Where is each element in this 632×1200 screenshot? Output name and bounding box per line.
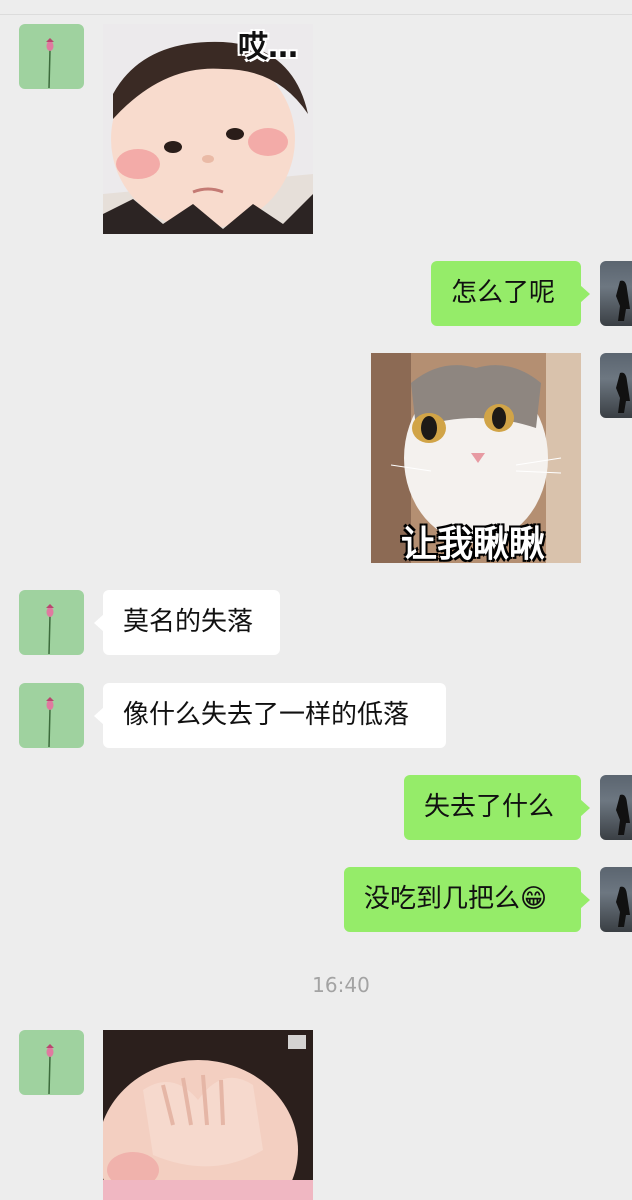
silhouette-avatar-icon	[616, 280, 630, 321]
contact-avatar[interactable]	[19, 590, 84, 655]
baby-sticker[interactable]: 哎…	[103, 24, 313, 234]
flower-avatar-icon	[46, 1044, 54, 1095]
top-divider	[0, 14, 632, 15]
message-text: 莫名的失落	[123, 607, 254, 637]
message-bubble-received[interactable]: 像什么失去了一样的低落	[94, 683, 446, 748]
flower-avatar-icon	[46, 604, 54, 655]
my-avatar[interactable]	[600, 261, 632, 326]
baby-covering-face-illustration	[103, 1030, 313, 1200]
sticker-caption: 哎…	[238, 30, 298, 65]
message-text: 怎么了呢	[451, 278, 556, 308]
flower-avatar-icon	[46, 697, 54, 748]
message-text: 失去了什么	[424, 792, 555, 822]
contact-avatar[interactable]	[19, 1030, 84, 1095]
message-text: 没吃到几把么😁	[364, 884, 548, 914]
my-avatar[interactable]	[600, 775, 632, 840]
message-bubble-sent[interactable]: 没吃到几把么😁	[344, 867, 590, 932]
contact-avatar[interactable]	[19, 24, 84, 89]
contact-avatar[interactable]	[19, 683, 84, 748]
my-avatar[interactable]	[600, 353, 632, 418]
message-bubble-sent[interactable]: 失去了什么	[404, 775, 590, 840]
sticker-caption: 让我瞅瞅	[401, 524, 546, 563]
silhouette-avatar-icon	[616, 794, 630, 835]
my-avatar[interactable]	[600, 867, 632, 932]
chat-timestamp: 16:40	[312, 973, 370, 997]
message-text: 像什么失去了一样的低落	[123, 700, 410, 730]
flower-avatar-icon	[46, 38, 54, 89]
cat-sticker[interactable]: 让我瞅瞅	[371, 353, 581, 563]
baby-covering-face-sticker[interactable]	[103, 1030, 313, 1200]
message-bubble-sent[interactable]: 怎么了呢	[431, 261, 590, 326]
silhouette-avatar-icon	[616, 886, 630, 927]
message-bubble-received[interactable]: 莫名的失落	[94, 590, 280, 655]
silhouette-avatar-icon	[616, 372, 630, 413]
